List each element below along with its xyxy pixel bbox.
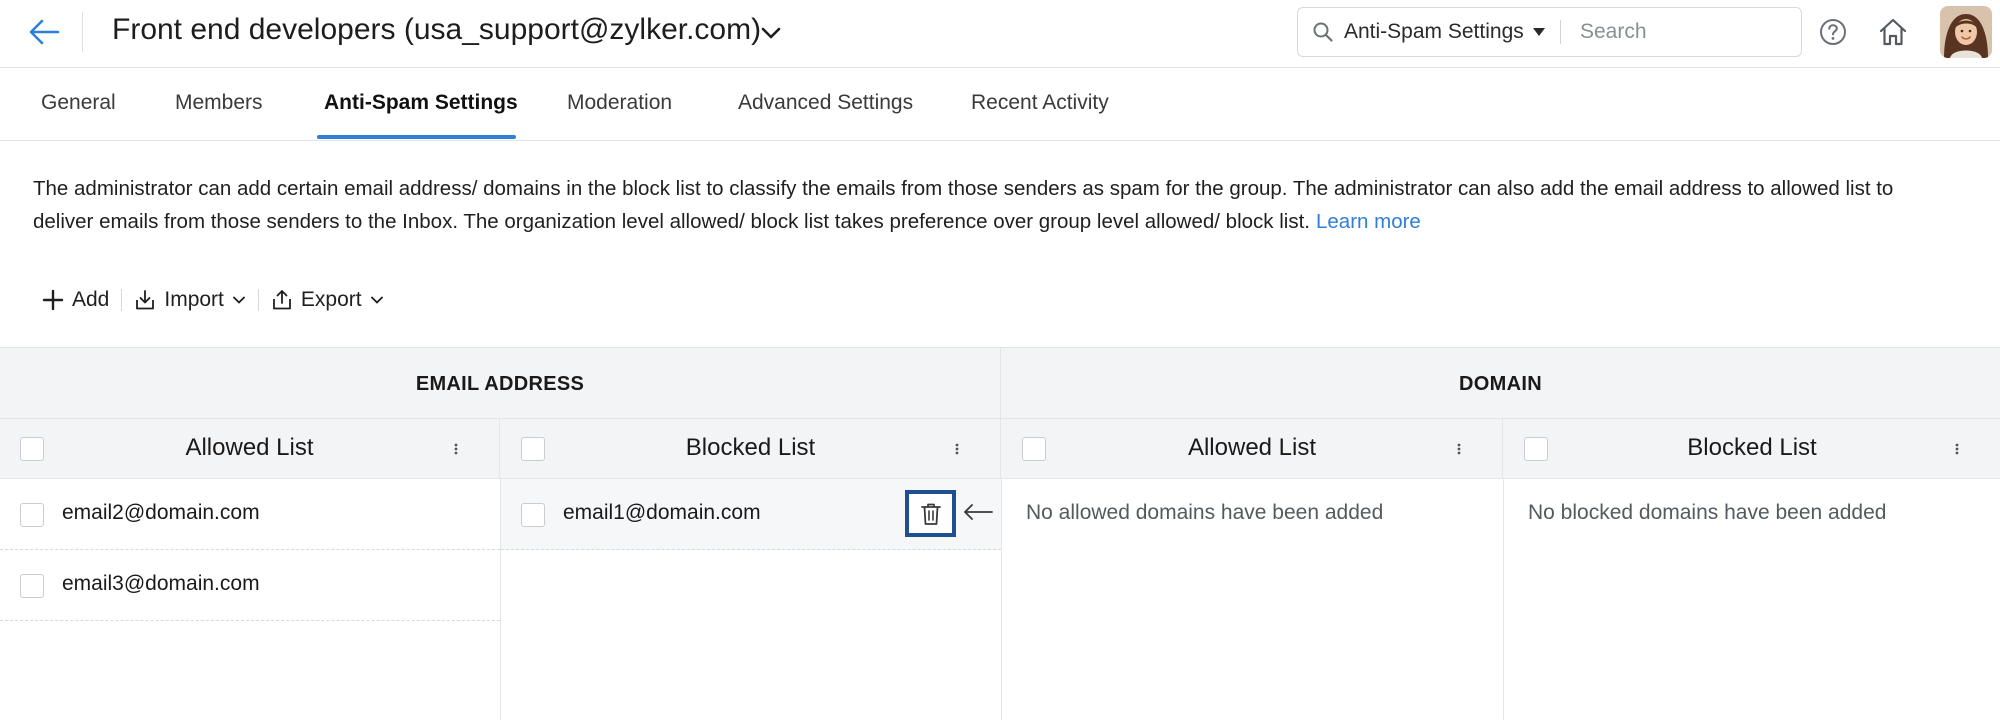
column-header-row: Allowed List Blocked List Allowed List B… [0, 419, 2000, 479]
caret-down-icon [1532, 28, 1545, 36]
domain-blocked-list: No blocked domains have been added [1504, 479, 2000, 720]
list-toolbar: Add Import Export [30, 280, 396, 320]
chevron-down-icon [232, 296, 245, 304]
tab-moderation[interactable]: Moderation [567, 91, 672, 115]
email-blocked-list: email1@domain.com [501, 479, 1002, 720]
search-icon [1313, 22, 1333, 42]
add-label: Add [72, 288, 110, 311]
import-button[interactable]: Import [122, 280, 258, 320]
add-button[interactable]: Add [30, 280, 121, 320]
email-blocked-header: Blocked List [501, 419, 1001, 479]
tab-advanced-settings[interactable]: Advanced Settings [738, 91, 913, 115]
search-input[interactable] [1580, 14, 1790, 50]
column-title: Allowed List [185, 434, 314, 461]
list-item[interactable]: email1@domain.com [501, 479, 1001, 550]
chevron-down-icon [370, 296, 383, 304]
tab-recent-activity[interactable]: Recent Activity [971, 91, 1109, 115]
domain-allowed-list: No allowed domains have been added [1002, 479, 1504, 720]
domain-group-header: DOMAIN [1459, 372, 1542, 395]
description-line-1: The administrator can add certain email … [33, 177, 1894, 200]
email-address-group-header: EMAIL ADDRESS [0, 348, 1001, 420]
tab-members[interactable]: Members [175, 91, 263, 115]
more-options-icon[interactable] [1454, 439, 1464, 459]
header-divider [82, 12, 83, 52]
active-tab-indicator [317, 135, 516, 139]
search-scope-select[interactable]: Anti-Spam Settings [1344, 8, 1546, 56]
search-scope-label: Anti-Spam Settings [1344, 20, 1524, 43]
email-address: email3@domain.com [62, 572, 260, 595]
help-icon [1820, 19, 1846, 45]
row-checkbox[interactable] [521, 503, 545, 527]
more-options-icon[interactable] [451, 439, 461, 459]
column-title: Blocked List [1687, 434, 1817, 461]
description-line-2: deliver emails from those senders to the… [33, 205, 1983, 238]
group-title: Front end developers (usa_support@zylker… [112, 13, 762, 46]
tab-anti-spam-settings[interactable]: Anti-Spam Settings [324, 91, 518, 115]
help-button[interactable] [1817, 16, 1849, 48]
allow-block-grid: EMAIL ADDRESS DOMAIN Allowed List Blocke… [0, 347, 2000, 720]
group-header-row: EMAIL ADDRESS DOMAIN [0, 347, 2000, 420]
search-box: Anti-Spam Settings [1297, 7, 1802, 57]
import-icon [136, 290, 155, 310]
export-label: Export [300, 288, 362, 311]
email-allowed-list: email2@domain.com email3@domain.com [0, 479, 501, 720]
more-options-icon[interactable] [1952, 439, 1962, 459]
back-button[interactable] [24, 14, 64, 50]
delete-button[interactable] [905, 490, 956, 537]
search-divider [1560, 20, 1561, 44]
plus-icon [42, 289, 64, 311]
arrow-left-icon [29, 19, 60, 45]
list-item[interactable]: email2@domain.com [0, 479, 500, 550]
empty-state-message: No blocked domains have been added [1528, 501, 1887, 524]
domain-allowed-header: Allowed List [1002, 419, 1503, 479]
list-item[interactable]: email3@domain.com [0, 550, 500, 621]
email-allowed-header: Allowed List [0, 419, 500, 479]
import-label: Import [164, 288, 224, 311]
learn-more-link[interactable]: Learn more [1316, 210, 1421, 233]
export-button[interactable]: Export [259, 280, 396, 320]
settings-tabs: General Members Anti-Spam Settings Moder… [0, 69, 2000, 141]
email-address: email1@domain.com [563, 501, 761, 524]
chevron-down-icon [761, 27, 781, 39]
column-title: Blocked List [685, 434, 816, 461]
pointer-arrow-icon [964, 504, 993, 520]
description-line-2-text: deliver emails from those senders to the… [33, 210, 1310, 233]
anti-spam-description: The administrator can add certain email … [33, 172, 1983, 238]
email-address: email2@domain.com [62, 501, 260, 524]
tab-general[interactable]: General [41, 91, 116, 115]
domain-blocked-header: Blocked List [1504, 419, 2000, 479]
home-button[interactable] [1876, 16, 1910, 48]
row-checkbox[interactable] [20, 503, 44, 527]
trash-icon [920, 503, 941, 525]
row-checkbox[interactable] [20, 574, 44, 598]
group-switcher-chevron[interactable] [758, 20, 784, 46]
user-avatar[interactable] [1940, 6, 1992, 58]
home-icon [1879, 18, 1907, 46]
empty-state-message: No allowed domains have been added [1026, 501, 1384, 524]
column-title: Allowed List [1187, 434, 1317, 461]
export-icon [272, 290, 291, 310]
more-options-icon[interactable] [952, 439, 962, 459]
app-header: Front end developers (usa_support@zylker… [0, 0, 2000, 68]
avatar-image [1940, 6, 1992, 58]
